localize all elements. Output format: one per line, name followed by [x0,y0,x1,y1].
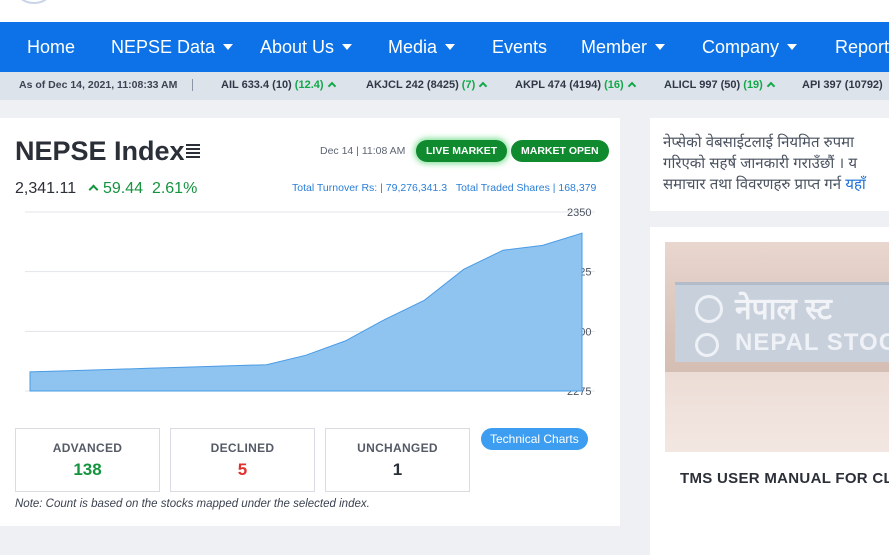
list-menu-icon[interactable] [186,144,200,158]
nav-media[interactable]: Media [388,22,456,72]
chevron-down-icon [223,44,234,50]
notice-text: नेप्सेको वेबसाईटलाई नियमित रुपमा [663,134,855,151]
advanced-stat: ADVANCED 138 [15,428,160,492]
main-navbar: Home NEPSE Data About Us Media Events Me… [0,22,889,72]
ticker-item[interactable]: AKPL 474 (4194) (16) [515,72,636,98]
market-open-badge: MARKET OPEN [511,140,609,162]
nav-company[interactable]: Company [702,22,798,72]
nav-events[interactable]: Events [492,22,547,72]
logo[interactable] [14,0,54,4]
ticker-timestamp: As of Dec 14, 2021, 11:08:33 AM [19,79,178,91]
nav-home[interactable]: Home [27,22,75,72]
emblem-icon [695,295,723,323]
nav-nepse-data[interactable]: NEPSE Data [111,22,234,72]
nepse-index-card: NEPSE Index Dec 14 | 11:08 AM LIVE MARKE… [0,118,620,526]
arrow-up-icon [88,184,99,195]
chevron-down-icon [787,44,798,50]
nav-member[interactable]: Member [581,22,666,72]
ticker-item[interactable]: ALICL 997 (50) (19) [664,72,776,98]
news-carousel-card: नेपाल स्ट NEPAL STOCK TMS USER MANUAL FO… [650,227,889,555]
carousel-prev-icon[interactable] [650,375,656,389]
index-area-series [29,232,583,392]
arrow-up-icon [766,81,776,91]
news-title[interactable]: TMS USER MANUAL FOR CLI [680,470,889,487]
chevron-down-icon [655,44,666,50]
y-tick-label: 2350 [567,208,591,219]
notice-text: गरिएको सहर्ष जानकारी गराउँछौं । य [663,155,858,172]
index-change: 59.44 2.61% [88,180,197,198]
ticker-item[interactable]: AKJCL 242 (8425) (7) [366,72,488,98]
stock-ticker: As of Dec 14, 2021, 11:08:33 AM AIL 633.… [0,72,889,100]
chevron-down-icon [342,44,353,50]
declined-stat: DECLINED 5 [170,428,315,492]
count-note: Note: Count is based on the stocks mappe… [15,498,370,510]
top-header-strip [0,0,889,22]
market-time: Dec 14 | 11:08 AM [320,145,406,157]
building-facade [665,372,889,452]
index-value: 2,341.11 [15,180,77,197]
index-area-chart[interactable]: 2350232523002275 [0,208,620,408]
notice-link[interactable]: यहाँ [845,176,866,193]
turnover-info: Total Turnover Rs: | 79,276,341.3 Total … [292,182,597,194]
technical-charts-button[interactable]: Technical Charts [481,428,588,450]
nav-about-us[interactable]: About Us [260,22,353,72]
notice-card: नेप्सेको वेबसाईटलाई नियमित रुपमा गरिएको … [650,118,889,211]
nav-report[interactable]: Report [835,22,889,72]
arrow-up-icon [479,81,488,91]
index-title: NEPSE Index [15,136,185,166]
ticker-item[interactable]: AIL 633.4 (10) (12.4) [221,72,336,98]
arrow-up-icon [327,81,336,91]
chevron-down-icon [445,44,456,50]
arrow-up-icon [627,81,636,91]
live-market-badge[interactable]: LIVE MARKET [416,140,508,162]
notice-text: समाचार तथा विवरणहरु प्राप्त गर्न यहाँ [663,176,866,193]
emblem-icon [695,333,719,357]
ticker-divider [192,79,193,91]
unchanged-stat: UNCHANGED 1 [325,428,470,492]
nepse-building-sign: नेपाल स्ट NEPAL STOCK [675,282,889,362]
ticker-item[interactable]: API 397 (10792) [802,72,883,98]
news-image[interactable]: नेपाल स्ट NEPAL STOCK [665,242,889,452]
